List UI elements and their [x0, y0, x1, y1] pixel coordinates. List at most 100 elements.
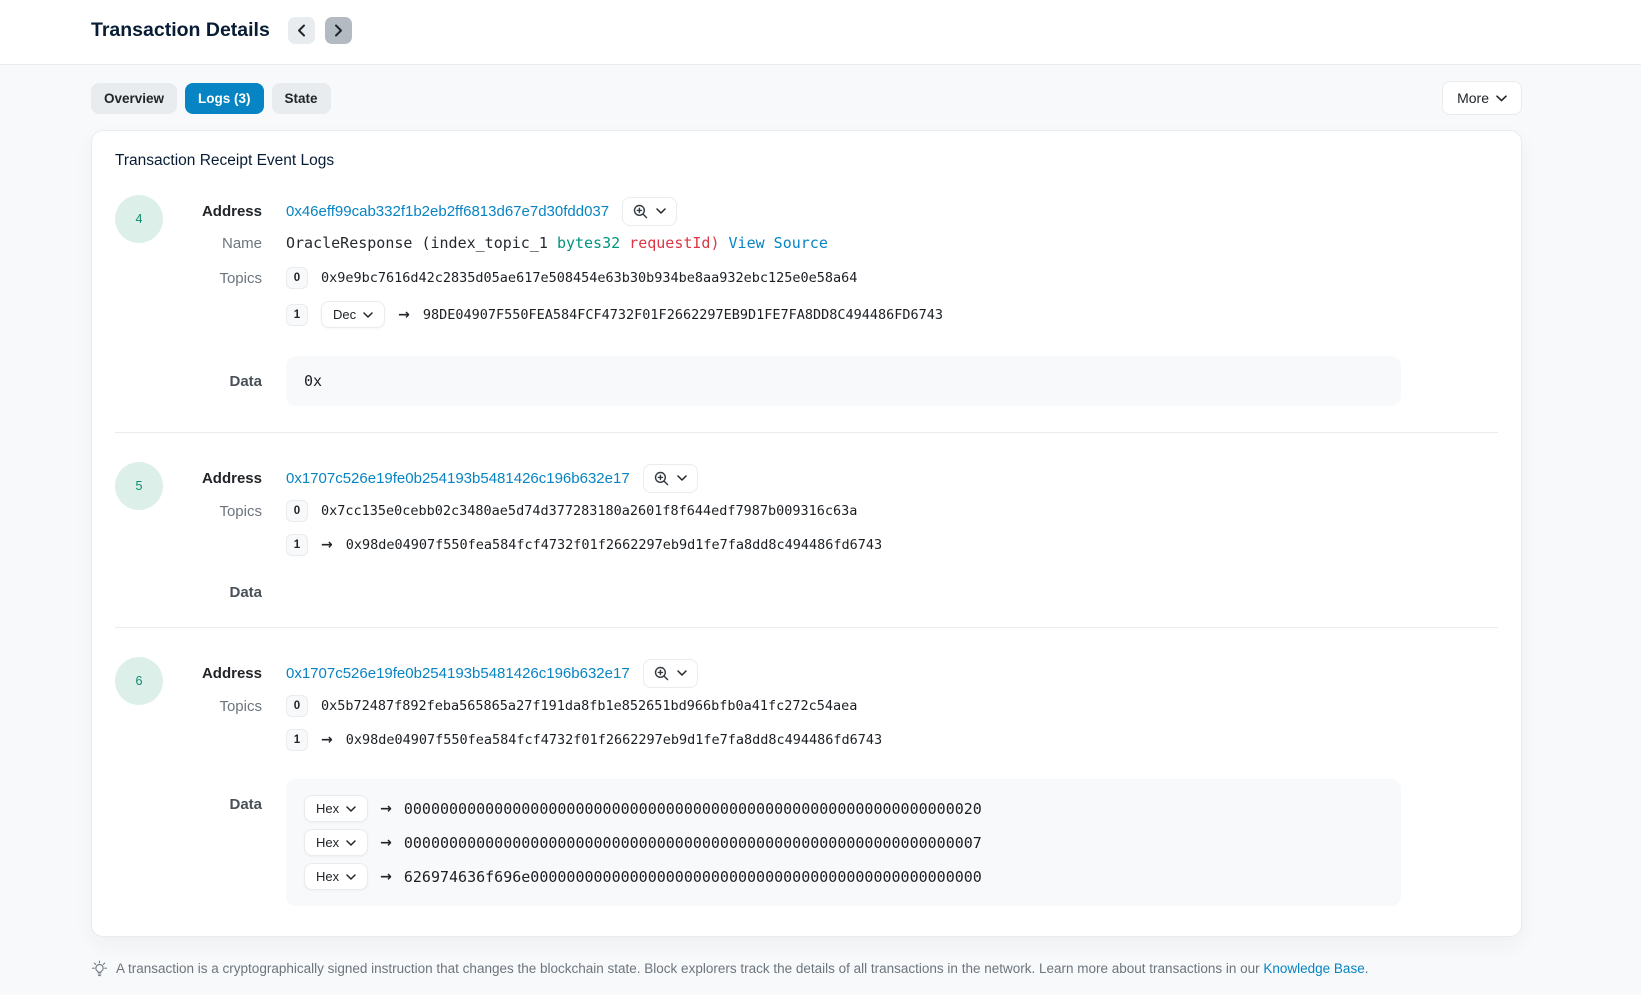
data-value: 0000000000000000000000000000000000000000…: [404, 800, 982, 818]
log-divider: [115, 627, 1498, 628]
data-encoding-select[interactable]: Hex: [304, 795, 368, 822]
data-encoding-select[interactable]: Hex: [304, 829, 368, 856]
chevron-down-icon: [677, 670, 687, 676]
chevron-down-icon: [656, 208, 666, 214]
card-title: Transaction Receipt Event Logs: [115, 152, 1498, 170]
data-label: Data: [163, 584, 262, 601]
log-badge-column: 4: [115, 195, 163, 406]
address-lookup-button[interactable]: [643, 464, 698, 493]
signature-segment: requestId): [620, 234, 719, 252]
data-line: Hex→000000000000000000000000000000000000…: [304, 829, 1383, 856]
page-header: Transaction Details: [0, 0, 1641, 65]
log-rows: Address 0x1707c526e19fe0b254193b5481426c1…: [163, 657, 1498, 906]
topics-row: Topics 0 0x5b72487f892feba565865a27f191da8…: [163, 695, 1498, 763]
next-transaction-button[interactable]: [325, 17, 352, 44]
tab-overview[interactable]: Overview: [91, 83, 177, 114]
signature-segment: bytes32: [557, 234, 620, 252]
more-button[interactable]: More: [1442, 81, 1522, 115]
address-label: Address: [163, 665, 262, 682]
arrow-right-icon: →: [380, 869, 392, 885]
address-content: 0x1707c526e19fe0b254193b5481426c196b632e…: [286, 659, 1498, 688]
chevron-down-icon: [363, 312, 373, 318]
zoom-in-icon: [654, 471, 669, 486]
topic-index-badge: 0: [286, 695, 308, 717]
topic-index-badge: 1: [286, 304, 308, 326]
topic-encoding-select[interactable]: Dec: [321, 301, 385, 328]
lightbulb-icon: [91, 960, 108, 977]
data-encoding-value: Hex: [316, 835, 339, 850]
topic-line: 00x9e9bc7616d42c2835d05ae617e508454e63b3…: [286, 267, 1498, 289]
log-index-badge: 5: [115, 462, 163, 510]
data-row: Data 0x: [163, 356, 1498, 406]
knowledge-base-link[interactable]: Knowledge Base: [1263, 961, 1364, 976]
tab-logs-3[interactable]: Logs (3): [185, 83, 264, 114]
topics-label: Topics: [163, 695, 262, 715]
arrow-right-icon: →: [380, 835, 392, 851]
signature-segment: OracleResponse (index_topic_1: [286, 234, 557, 252]
topics-row: Topics00x9e9bc7616d42c2835d05ae617e50845…: [163, 267, 1498, 340]
address-label: Address: [163, 203, 262, 220]
arrow-right-icon: →: [321, 537, 333, 553]
event-log-entry: 5Address 0x1707c526e19fe0b254193b5481426c…: [115, 462, 1498, 601]
topic-line: 1 Dec → 98DE04907F550FEA584FCF4732F01F26622…: [286, 301, 1498, 328]
view-source-link[interactable]: View Source: [720, 234, 828, 252]
topics-list: 00x9e9bc7616d42c2835d05ae617e508454e63b3…: [286, 267, 1498, 340]
topics-list: 00x7cc135e0cebb02c3480ae5d74d377283180a2…: [286, 500, 1498, 568]
topic-index-badge: 1: [286, 534, 308, 556]
topic-value: 0x9e9bc7616d42c2835d05ae617e508454e63b30…: [321, 270, 857, 286]
chevron-right-icon: [334, 24, 343, 37]
address-link[interactable]: 0x46eff99cab332f1b2eb2ff6813d67e7d30fdd0…: [286, 203, 609, 220]
arrow-right-icon: →: [398, 307, 410, 323]
data-encoding-value: Hex: [316, 801, 339, 816]
address-link[interactable]: 0x1707c526e19fe0b254193b5481426c196b632e…: [286, 665, 630, 682]
arrow-right-icon: →: [380, 801, 392, 817]
address-lookup-button[interactable]: [622, 197, 677, 226]
chevron-down-icon: [346, 840, 356, 846]
log-divider: [115, 432, 1498, 433]
chevron-left-icon: [297, 24, 306, 37]
log-rows: Address 0x46eff99cab332f1b2eb2ff6813d67e7…: [163, 195, 1498, 406]
data-line: 0x: [304, 372, 1383, 390]
address-link[interactable]: 0x1707c526e19fe0b254193b5481426c196b632e…: [286, 470, 630, 487]
zoom-in-icon: [654, 666, 669, 681]
topic-value: 0x98de04907f550fea584fcf4732f01f2662297e…: [346, 732, 882, 748]
footer-text: A transaction is a cryptographically sig…: [116, 960, 1368, 979]
topic-line: 00x7cc135e0cebb02c3480ae5d74d377283180a2…: [286, 500, 1498, 522]
topic-value: 0x7cc135e0cebb02c3480ae5d74d377283180a26…: [321, 503, 857, 519]
data-label: Data: [163, 356, 262, 390]
topics-label: Topics: [163, 500, 262, 520]
log-badge-column: 5: [115, 462, 163, 601]
data-row: Data: [163, 584, 1498, 601]
topic-encoding-value: Dec: [333, 307, 356, 322]
topic-index-badge: 1: [286, 729, 308, 751]
prev-transaction-button[interactable]: [288, 17, 315, 44]
topic-value: 0x5b72487f892feba565865a27f191da8fb1e852…: [321, 698, 857, 714]
data-value: 626974636f696e00000000000000000000000000…: [404, 868, 982, 886]
data-line: Hex → 000000000000000000000000000000000000…: [304, 795, 1383, 822]
address-content: 0x1707c526e19fe0b254193b5481426c196b632e…: [286, 464, 1498, 493]
chevron-down-icon: [1496, 95, 1507, 102]
data-box: 0x: [286, 356, 1401, 406]
chevron-down-icon: [677, 475, 687, 481]
tab-bar: Overview Logs (3) State: [91, 83, 331, 114]
name-row: NameOracleResponse (index_topic_1 bytes3…: [163, 234, 1498, 252]
data-encoding-select[interactable]: Hex: [304, 863, 368, 890]
address-label: Address: [163, 470, 262, 487]
topics-row: Topics 00x7cc135e0cebb02c3480ae5d74d37728…: [163, 500, 1498, 568]
tab-state[interactable]: State: [272, 83, 331, 114]
topic-line: 1→0x98de04907f550fea584fcf4732f01f266229…: [286, 729, 1498, 751]
address-content: 0x46eff99cab332f1b2eb2ff6813d67e7d30fdd0…: [286, 197, 1498, 226]
topic-value: 98DE04907F550FEA584FCF4732F01F2662297EB9…: [423, 307, 943, 323]
event-log-entry: 4Address 0x46eff99cab332f1b2eb2ff6813d67e…: [115, 195, 1498, 406]
address-row: Address 0x46eff99cab332f1b2eb2ff6813d67e7…: [163, 195, 1498, 227]
data-box: Hex → 000000000000000000000000000000000000…: [286, 779, 1401, 906]
data-row: Data Hex → 00000000000000000000000000000000…: [163, 779, 1498, 906]
data-line: Hex → 626974636f696e0000000000000000000000…: [304, 863, 1383, 890]
log-badge-column: 6: [115, 657, 163, 906]
log-index-badge: 6: [115, 657, 163, 705]
topics-list: 0 0x5b72487f892feba565865a27f191da8fb1e85…: [286, 695, 1498, 763]
zoom-in-icon: [633, 204, 648, 219]
event-logs-card: Transaction Receipt Event Logs 4Address0…: [91, 130, 1522, 937]
data-label: Data: [163, 779, 262, 813]
address-lookup-button[interactable]: [643, 659, 698, 688]
